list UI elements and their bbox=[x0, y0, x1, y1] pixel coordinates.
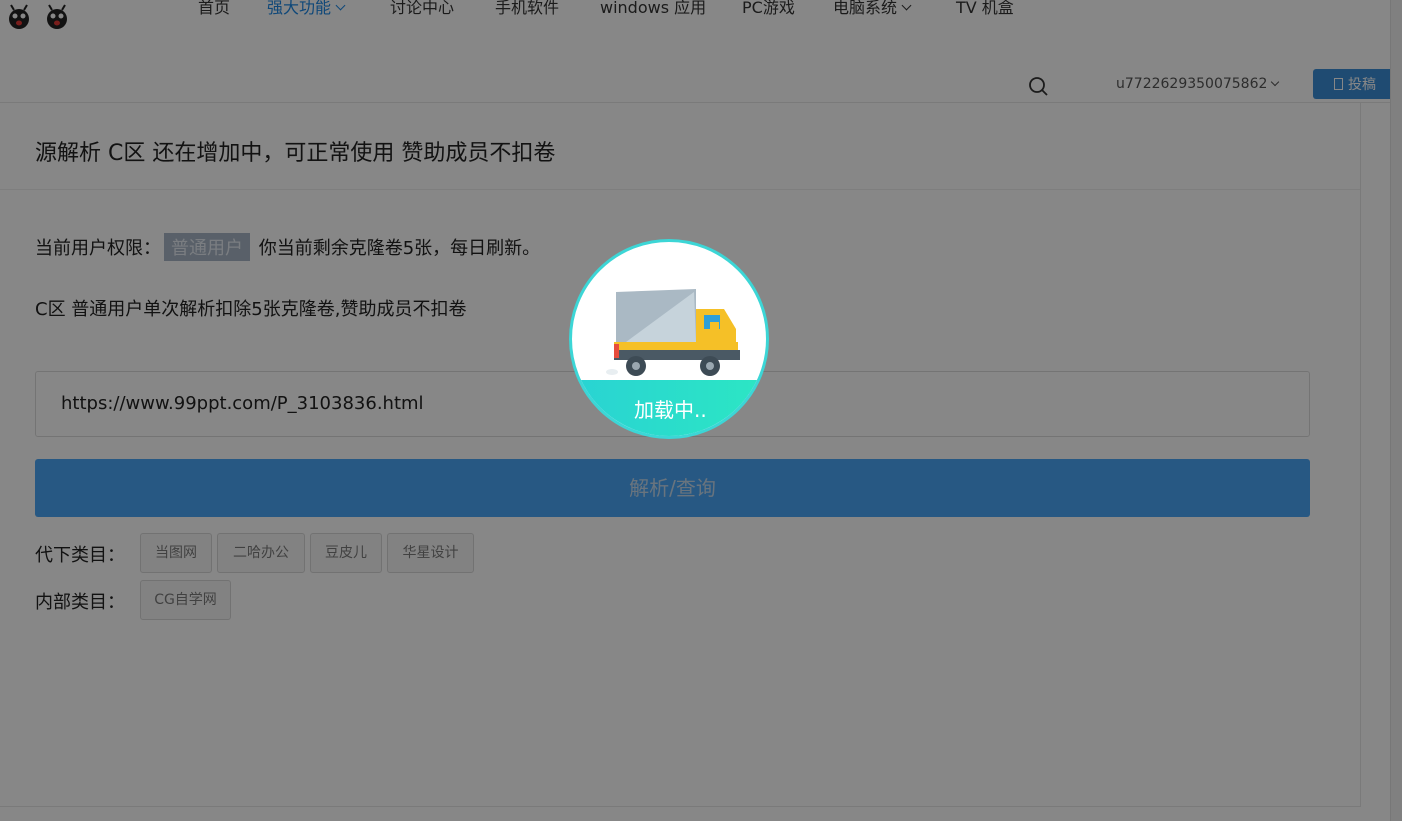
truck-icon bbox=[606, 289, 740, 376]
loading-indicator: 加载中.. bbox=[569, 239, 769, 439]
loading-text: 加载中.. bbox=[634, 398, 707, 422]
